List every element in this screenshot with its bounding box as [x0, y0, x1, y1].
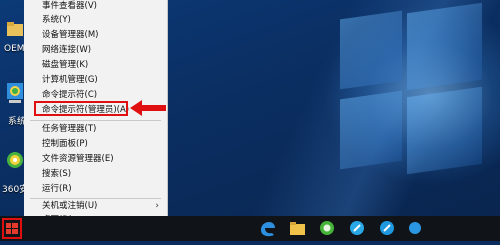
arrow-left-icon	[130, 100, 166, 116]
menu-item-file-explorer[interactable]: 文件资源管理器(E)	[24, 151, 167, 167]
computer-icon[interactable]	[6, 82, 24, 108]
menu-item-disk-management[interactable]: 磁盘管理(K)	[24, 57, 167, 73]
file-explorer-icon[interactable]	[284, 216, 310, 241]
store-icon[interactable]	[344, 216, 370, 241]
menu-item-run[interactable]: 运行(R)	[24, 181, 167, 197]
app2-icon[interactable]	[402, 216, 428, 241]
360-browser-icon[interactable]	[314, 216, 340, 241]
menu-item-device-manager[interactable]: 设备管理器(M)	[24, 27, 167, 43]
menu-item-control-panel[interactable]: 控制面板(P)	[24, 136, 167, 152]
menu-item-search[interactable]: 搜索(S)	[24, 166, 167, 182]
360-icon[interactable]	[6, 150, 24, 174]
menu-item-task-manager[interactable]: 任务管理器(T)	[24, 121, 167, 137]
menu-item-network-connections[interactable]: 网络连接(W)	[24, 42, 167, 58]
menu-item-computer-management[interactable]: 计算机管理(G)	[24, 72, 167, 88]
desktop-icon-label: OEM	[4, 44, 25, 54]
edge-icon[interactable]	[254, 216, 280, 241]
highlight-box	[34, 101, 128, 116]
folder-icon[interactable]	[6, 20, 24, 42]
menu-item-label: 关机或注销(U)	[42, 201, 98, 211]
app-icon[interactable]	[374, 216, 400, 241]
start-highlight-box	[2, 218, 22, 239]
menu-item-system[interactable]: 系统(Y)	[24, 12, 167, 28]
